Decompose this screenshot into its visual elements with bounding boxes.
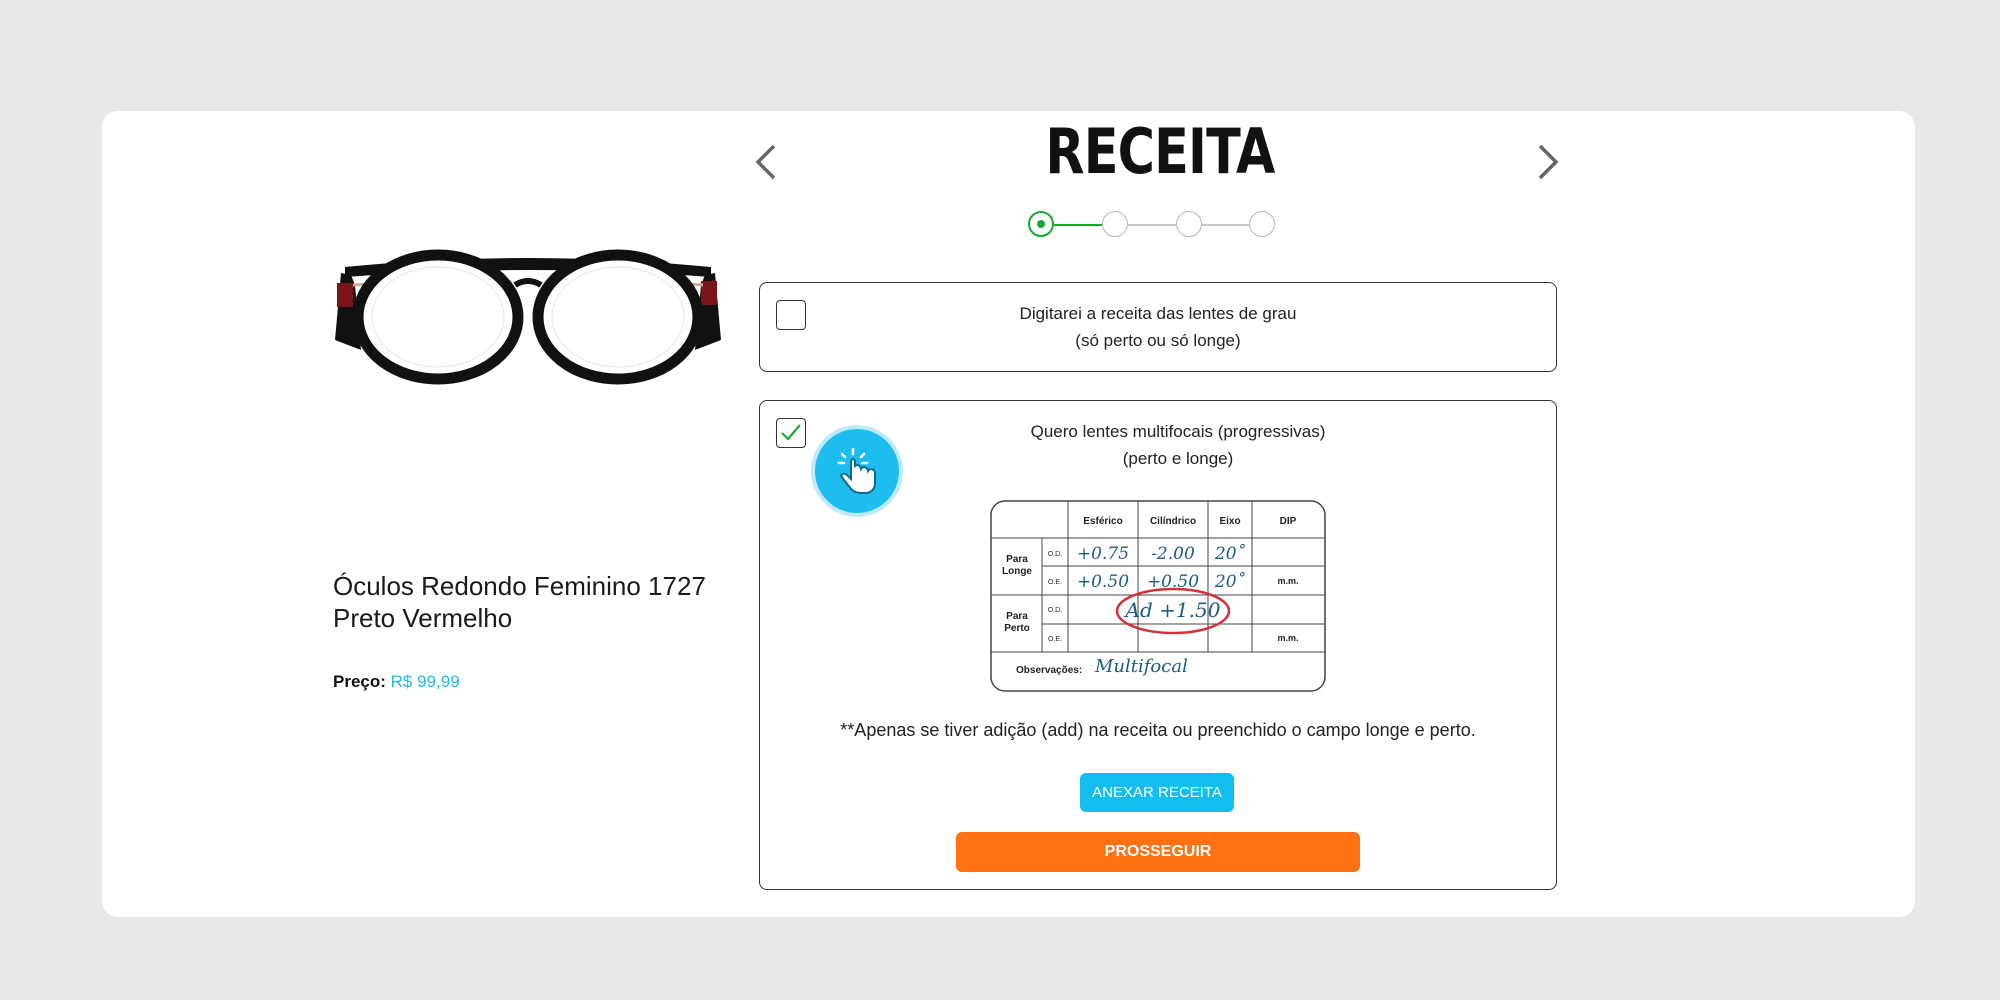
multifocal-note: **Apenas se tiver adição (add) na receit… (840, 720, 1476, 740)
option-line1: Digitarei a receita das lentes de grau (1019, 304, 1297, 323)
step-connector (1128, 224, 1176, 226)
rx-addition: Ad +1.50 (1124, 598, 1221, 622)
rx-dip-unit: m.m. (1277, 576, 1298, 586)
rx-value: -2.00 (1151, 544, 1195, 564)
step-connector (1054, 224, 1102, 226)
rx-header-eixo: Eixo (1219, 516, 1240, 527)
step-3[interactable] (1176, 211, 1202, 237)
option-single-vision[interactable]: Digitarei a receita das lentes de grau (… (759, 282, 1557, 372)
step-4[interactable] (1249, 211, 1275, 237)
rx-observacoes-label: Observações: (1016, 665, 1082, 676)
option-text: Quero lentes multifocais (progressivas) … (800, 418, 1556, 472)
chevron-right-icon (1538, 144, 1559, 180)
option-text: Digitarei a receita das lentes de grau (… (760, 300, 1556, 354)
product-image (335, 249, 721, 385)
chevron-left-icon (755, 144, 776, 180)
continue-button[interactable]: PROSSEGUIR (956, 832, 1360, 872)
step-2[interactable] (1102, 211, 1128, 237)
rx-eye-od: O.D. (1048, 607, 1062, 614)
rx-observacoes-value: Multifocal (1094, 656, 1188, 677)
rx-header-dip: DIP (1280, 516, 1297, 527)
option-line1: Quero lentes multifocais (progressivas) (1030, 422, 1326, 441)
rx-header-cilindrico: Cilíndrico (1150, 516, 1196, 527)
step-1[interactable] (1028, 211, 1054, 237)
product-price: Preço: R$ 99,99 (333, 672, 460, 692)
rx-eye-oe: O.E. (1048, 579, 1062, 586)
prev-arrow-button[interactable] (746, 138, 790, 186)
product-title: Óculos Redondo Feminino 1727 Preto Verme… (333, 571, 706, 633)
attach-prescription-button[interactable]: ANEXAR RECEITA (1080, 773, 1234, 812)
rx-value: +0.50 (1077, 572, 1129, 592)
rx-dip-unit: m.m. (1277, 633, 1298, 643)
rx-header-esferico: Esférico (1083, 516, 1122, 527)
step-connector (1201, 224, 1249, 226)
price-value: R$ 99,99 (390, 672, 460, 691)
rx-row-perto: Para Perto (1004, 611, 1030, 634)
prescription-example-image: Esférico Cilíndrico Eixo DIP Para Longe P… (990, 500, 1326, 692)
rx-value: 20˚ (1214, 572, 1246, 592)
rx-eye-od: O.D. (1048, 551, 1062, 558)
option-line2: (perto e longe) (1122, 449, 1234, 468)
option-multifocal[interactable]: Quero lentes multifocais (progressivas) … (759, 400, 1557, 890)
page-title: RECEITA (1045, 115, 1275, 188)
option-line2: (só perto ou só longe) (1075, 331, 1241, 350)
rx-value: +0.75 (1077, 544, 1129, 564)
rx-value: 20˚ (1214, 544, 1246, 564)
price-label: Preço: (333, 672, 386, 691)
next-arrow-button[interactable] (1524, 138, 1568, 186)
rx-eye-oe: O.E. (1048, 636, 1062, 643)
